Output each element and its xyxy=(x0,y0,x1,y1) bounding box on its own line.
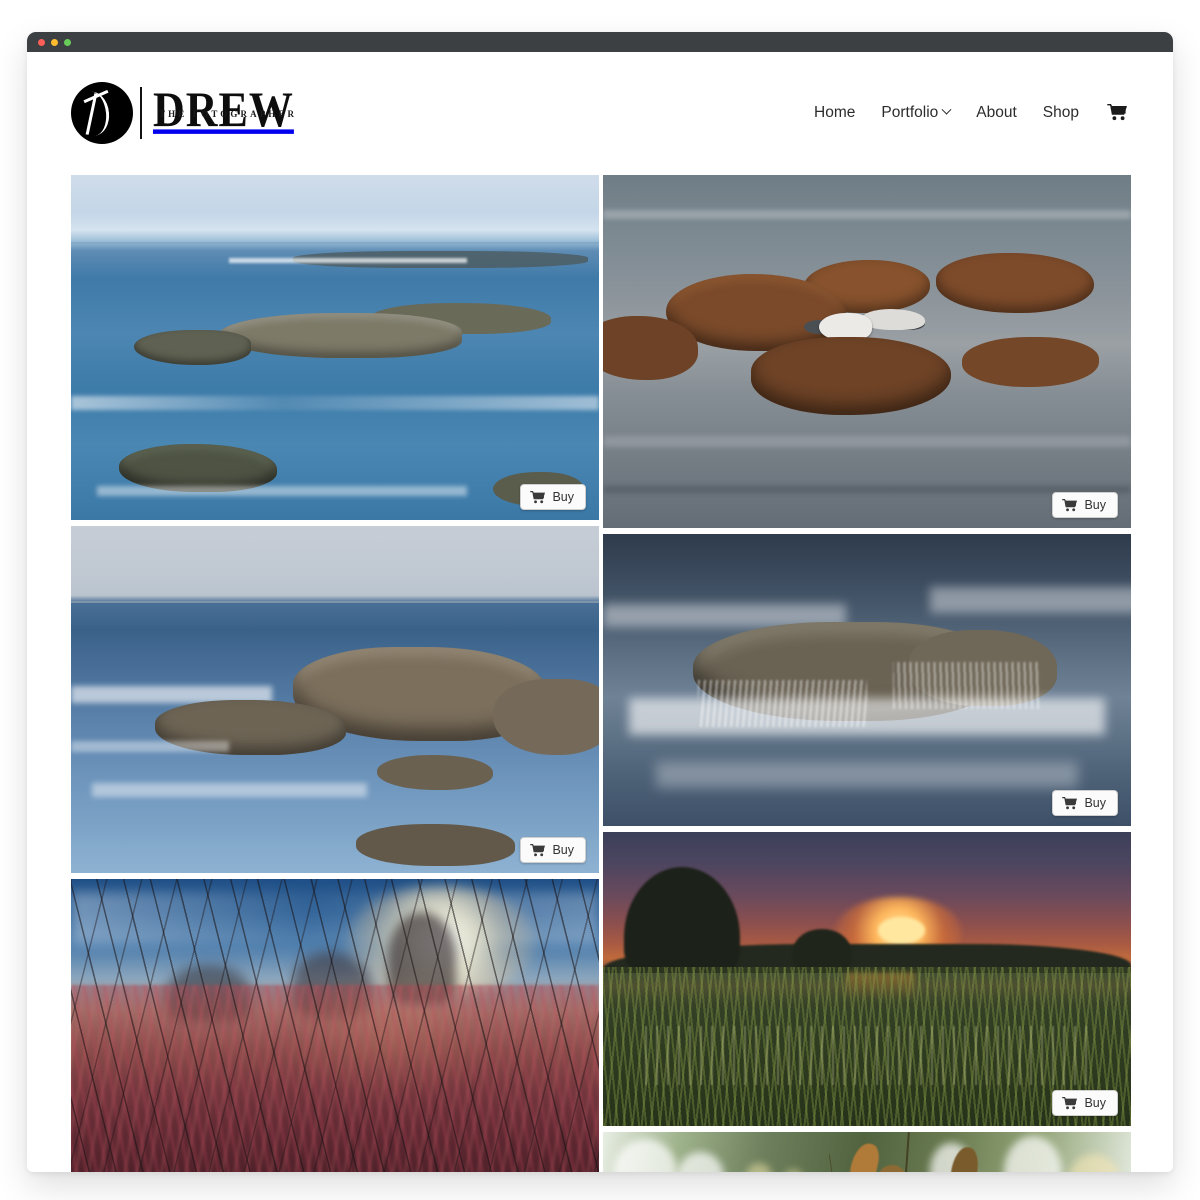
logo-divider xyxy=(140,86,142,139)
photo-rocky-coast-blue xyxy=(71,175,599,520)
maximize-window-button[interactable] xyxy=(64,38,71,46)
buy-button-label: Buy xyxy=(552,843,574,857)
shopping-cart-icon xyxy=(1062,1096,1078,1109)
gallery-tile-rocky-coast-blue[interactable]: Buy xyxy=(71,175,599,520)
nav-label-portfolio: Portfolio xyxy=(881,103,939,121)
buy-button-label: Buy xyxy=(1084,796,1106,810)
photo-bokeh-leaves xyxy=(603,1132,1131,1172)
buy-button[interactable]: Buy xyxy=(1052,1090,1118,1116)
shopping-cart-icon xyxy=(530,490,546,503)
browser-titlebar xyxy=(27,32,1173,52)
buy-button[interactable]: Buy xyxy=(1052,790,1118,816)
gallery-column-right: Buy Buy Buy xyxy=(603,175,1131,1172)
photo-surf-over-rock xyxy=(603,534,1131,826)
cart-button[interactable] xyxy=(1107,104,1127,121)
nav-label-shop: Shop xyxy=(1042,103,1079,121)
buy-button-label: Buy xyxy=(552,490,574,504)
buy-button-label: Buy xyxy=(1084,1096,1106,1110)
shopping-cart-icon xyxy=(1107,104,1127,121)
site-logo[interactable]: DREW THE FOTOGRAPHER xyxy=(71,81,298,144)
nav-label-home: Home xyxy=(814,103,856,121)
logo-wordmark: DREW THE FOTOGRAPHER xyxy=(153,85,298,135)
browser-window: DREW THE FOTOGRAPHER Home Portfolio Abou… xyxy=(27,32,1173,1172)
minimize-window-button[interactable] xyxy=(51,38,58,46)
photo-backlit-pink-grasses xyxy=(71,879,599,1172)
logo-monogram-icon xyxy=(71,81,133,144)
buy-button[interactable]: Buy xyxy=(520,837,586,863)
gallery-tile-bokeh-leaves[interactable] xyxy=(603,1132,1131,1172)
gallery-tile-surf-over-rock[interactable]: Buy xyxy=(603,534,1131,826)
photo-marsh-sunset xyxy=(603,832,1131,1126)
gallery-tile-seagulls-kelp-rocks[interactable]: Buy xyxy=(603,175,1131,528)
main-navigation: Home Portfolio About Shop xyxy=(814,104,1127,122)
site-header: DREW THE FOTOGRAPHER Home Portfolio Abou… xyxy=(27,52,1173,173)
nav-label-about: About xyxy=(976,103,1017,121)
page-viewport: DREW THE FOTOGRAPHER Home Portfolio Abou… xyxy=(27,52,1173,1172)
nav-item-shop[interactable]: Shop xyxy=(1043,104,1079,122)
photo-rocky-promontory xyxy=(71,526,599,873)
buy-button-label: Buy xyxy=(1084,498,1106,512)
buy-button[interactable]: Buy xyxy=(520,484,586,510)
photo-gallery: Buy Buy Buy Buy Buy xyxy=(71,175,1131,1172)
buy-button[interactable]: Buy xyxy=(1052,492,1118,518)
gallery-tile-rocky-promontory[interactable]: Buy xyxy=(71,526,599,873)
nav-item-about[interactable]: About xyxy=(976,104,1017,122)
chevron-down-icon xyxy=(941,104,952,115)
nav-item-home[interactable]: Home xyxy=(814,104,855,122)
logo-tagline: THE FOTOGRAPHER xyxy=(159,108,298,119)
gallery-tile-marsh-sunset[interactable]: Buy xyxy=(603,832,1131,1126)
close-window-button[interactable] xyxy=(38,38,45,46)
shopping-cart-icon xyxy=(1062,796,1078,809)
gallery-column-left: Buy Buy xyxy=(71,175,599,1172)
shopping-cart-icon xyxy=(530,843,546,856)
gallery-tile-backlit-pink-grasses[interactable] xyxy=(71,879,599,1172)
photo-seagulls-kelp-rocks xyxy=(603,175,1131,528)
nav-item-portfolio[interactable]: Portfolio xyxy=(881,103,952,122)
shopping-cart-icon xyxy=(1062,498,1078,511)
